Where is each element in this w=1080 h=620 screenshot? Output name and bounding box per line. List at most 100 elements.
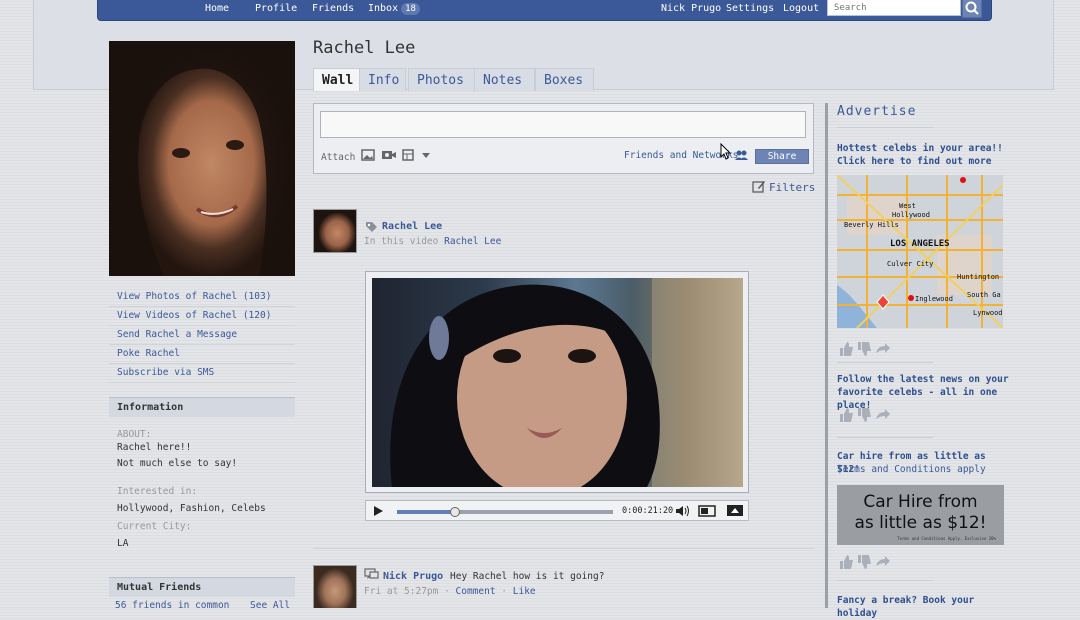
mutual-friends-header: Mutual Friends: [109, 577, 295, 597]
car-ad-fine-print: Terms and Conditions Apply. Exclusive 20…: [897, 536, 996, 541]
ad3-actions: [838, 554, 898, 570]
tab-wall[interactable]: Wall: [313, 68, 360, 91]
search-input[interactable]: [827, 0, 961, 16]
video-progress-track[interactable]: [397, 507, 613, 517]
mutual-see-all-link[interactable]: See All: [250, 600, 290, 611]
story-subtitle: In this video Rachel Lee: [364, 236, 501, 247]
attach-label: Attach: [321, 152, 356, 163]
ad2-line-1[interactable]: Follow the latest news on your: [837, 373, 1012, 386]
nav-settings[interactable]: Settings: [726, 3, 774, 15]
nav-profile[interactable]: Profile: [255, 3, 297, 15]
profile-photo[interactable]: [109, 41, 295, 276]
ad3-terms[interactable]: Terms and Conditions apply: [837, 464, 986, 475]
top-nav-bar: Home Profile Friends Inbox 18 Nick Prugo …: [97, 0, 992, 21]
filters-edit-icon[interactable]: [752, 180, 766, 196]
information-box: Information ABOUT: Rachel here!! Not muc…: [109, 397, 295, 567]
post-author-avatar[interactable]: [313, 565, 357, 608]
comment-bubble-icon: [364, 568, 379, 584]
ad-separator: [837, 127, 933, 128]
car-ad-line-2: as little as $12!: [854, 513, 987, 533]
map-label-los-angeles: LOS ANGELES: [890, 239, 950, 249]
tab-notes[interactable]: Notes: [474, 68, 535, 91]
like-link[interactable]: Like: [513, 586, 536, 597]
ad3-car-hire-image[interactable]: Car Hire from as little as $12! Terms an…: [837, 485, 1004, 545]
map-label-hollywood: Hollywood: [892, 211, 930, 219]
story-author-link[interactable]: Rachel Lee: [382, 221, 442, 232]
video-player-controls: 0:00:21:20: [365, 500, 749, 521]
attach-more-chevron-icon[interactable]: [421, 152, 431, 163]
story-subtitle-prefix: In this video: [364, 236, 439, 247]
story-subtitle-link[interactable]: Rachel Lee: [444, 236, 501, 247]
video-progress-fill: [397, 510, 456, 514]
profile-links: View Photos of Rachel (103) View Videos …: [109, 288, 295, 383]
view-videos-link[interactable]: View Videos of Rachel (120): [109, 307, 295, 326]
fullscreen-icon[interactable]: [726, 504, 744, 520]
video-screen[interactable]: [372, 278, 743, 487]
post-meta: Fri at 5:27pm · Comment · Like: [364, 586, 536, 597]
map-label-lynwood: Lynwood: [973, 309, 1003, 317]
popout-icon[interactable]: [698, 505, 716, 520]
poke-link[interactable]: Poke Rachel: [109, 345, 295, 364]
attach-video-icon[interactable]: [381, 149, 397, 164]
play-icon[interactable]: [372, 505, 384, 520]
tab-boxes[interactable]: Boxes: [535, 68, 594, 91]
ad1-like-dislike-share-icons[interactable]: [838, 341, 898, 357]
nav-friends[interactable]: Friends: [312, 3, 354, 15]
comment-link[interactable]: Comment: [456, 586, 496, 597]
map-label-inglewood: Inglewood: [915, 295, 953, 303]
send-message-link[interactable]: Send Rachel a Message: [109, 326, 295, 345]
volume-icon[interactable]: [675, 505, 690, 520]
search-button[interactable]: [962, 0, 982, 18]
map-label-culver-city: Culver City: [887, 260, 934, 268]
about-line-2: Not much else to say!: [117, 458, 238, 469]
nav-inbox-label: Inbox: [368, 3, 399, 14]
ad1-line-2[interactable]: Click here to find out more: [837, 155, 1012, 168]
map-label-huntington: Huntington: [957, 273, 1000, 281]
attach-photo-icon[interactable]: [361, 149, 375, 164]
nav-logout[interactable]: Logout: [783, 3, 819, 15]
inbox-count-badge: 18: [401, 3, 420, 15]
city-label: Current City:: [117, 521, 192, 532]
tab-info[interactable]: Info: [359, 68, 406, 91]
tag-icon: [365, 221, 378, 236]
ad3-like-dislike-share-icons[interactable]: [838, 554, 898, 570]
about-line-1: Rachel here!!: [117, 442, 192, 453]
ad1-actions: [838, 341, 898, 357]
video-progress-knob[interactable]: [450, 507, 461, 517]
audience-people-icon[interactable]: [734, 149, 749, 164]
about-label: ABOUT:: [117, 429, 152, 440]
status-composer: Attach Friends and Networks Share: [313, 103, 814, 174]
filters-link[interactable]: Filters: [769, 181, 815, 194]
tab-photos[interactable]: Photos: [408, 68, 475, 91]
ad-rail: [825, 103, 828, 608]
share-button[interactable]: Share: [755, 149, 809, 164]
ad4-headline[interactable]: Fancy a break? Book your holiday: [837, 594, 1012, 620]
car-ad-line-1: Car Hire from: [863, 492, 978, 512]
interested-value: Hollywood, Fashion, Celebs: [117, 503, 266, 514]
post-author-link[interactable]: Nick Prugo: [383, 571, 443, 582]
map-label-beverly-hills: Beverly Hills: [844, 221, 899, 229]
view-photos-link[interactable]: View Photos of Rachel (103): [109, 288, 295, 307]
ad1-line-1[interactable]: Hottest celebs in your area!!: [837, 142, 1012, 155]
mutual-count-link[interactable]: 56 friends in common: [115, 600, 229, 611]
nav-inbox[interactable]: Inbox 18: [368, 3, 420, 15]
attach-link-icon[interactable]: [402, 149, 414, 164]
nav-user-name[interactable]: Nick Prugo: [661, 3, 721, 15]
nav-home[interactable]: Home: [205, 3, 229, 15]
feed-divider: [313, 548, 814, 549]
map-label-west: West: [899, 202, 916, 210]
story-author-avatar[interactable]: [313, 209, 357, 253]
video-frame: [365, 271, 749, 493]
ad2-like-dislike-share-icons[interactable]: [838, 407, 898, 423]
ad-separator: [837, 437, 933, 438]
mutual-friends-box: Mutual Friends 56 friends in common See …: [109, 577, 295, 611]
composer-input[interactable]: [320, 111, 806, 138]
mouse-cursor-icon: [720, 142, 732, 163]
ad-separator: [837, 580, 933, 581]
subscribe-sms-link[interactable]: Subscribe via SMS: [109, 364, 295, 383]
ad-separator: [837, 362, 933, 363]
map-label-south-gate: South Ga: [967, 291, 1001, 299]
search-icon: [965, 1, 979, 15]
post-time: Fri at 5:27pm: [364, 586, 439, 597]
ad1-map-image[interactable]: West Hollywood Beverly Hills LOS ANGELES…: [837, 175, 1003, 328]
